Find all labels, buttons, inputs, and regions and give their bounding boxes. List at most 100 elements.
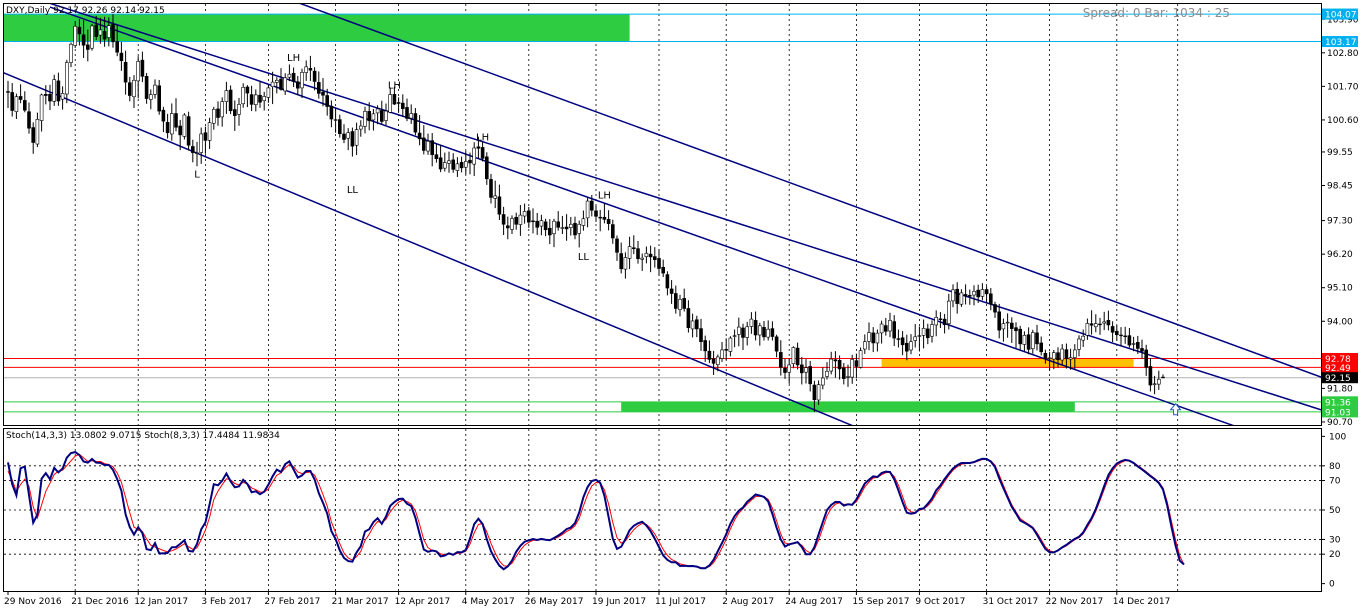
candle-body: [1056, 352, 1060, 361]
candle-body: [745, 326, 750, 338]
candle-body: [1014, 327, 1018, 332]
x-tick-label: 27 Feb 2017: [264, 597, 320, 607]
candle-body: [312, 70, 317, 82]
candle-body: [703, 340, 708, 352]
candle-body: [812, 384, 817, 400]
candle-body: [287, 73, 292, 78]
candle-body: [132, 79, 136, 98]
candle-body: [350, 131, 355, 147]
x-tick-label: 12 Jan 2017: [134, 597, 188, 607]
stoch-axis[interactable]: 100 80 70 50 30 20 0: [1321, 432, 1346, 590]
candle-body: [707, 350, 712, 360]
candle-body: [266, 87, 271, 98]
candle-body: [783, 367, 787, 373]
candle-body: [258, 94, 262, 103]
stoch-pane[interactable]: 100 80 70 50 30 20 0 Stoch(14,3,3) 13.0802 9.0…: [3, 428, 1347, 592]
candle-body: [354, 129, 359, 146]
time-axis[interactable]: 29 Nov 2016 21 Dec 2016 12 Jan 2017 3 Feb 2…: [4, 591, 1170, 607]
y-tick-label: 96.20: [1327, 250, 1353, 260]
candle-body: [1035, 332, 1039, 345]
candle-body: [102, 31, 107, 40]
candle-body: [65, 62, 69, 95]
candle-body: [711, 358, 716, 364]
candle-body: [333, 119, 338, 121]
candle-body: [871, 332, 876, 344]
candle-body: [518, 214, 523, 225]
candle-body: [1039, 342, 1043, 353]
candle-body: [867, 332, 871, 342]
candle-body: [295, 81, 300, 89]
candle-body: [119, 52, 124, 62]
candle-body: [497, 196, 502, 215]
candle-body: [300, 72, 304, 89]
y-tick-label: 94.00: [1327, 317, 1353, 327]
candle-body: [636, 248, 640, 260]
candle-body: [14, 96, 19, 112]
price-label-text: 91.03: [1325, 408, 1351, 418]
candle-body: [157, 85, 161, 112]
candle-body: [1161, 376, 1165, 379]
candle-body: [858, 350, 863, 368]
candle-body: [392, 94, 397, 105]
candle-body: [1005, 321, 1010, 324]
candle-body: [438, 157, 443, 170]
candle-body: [18, 96, 23, 100]
y-tick-label: 97.30: [1327, 217, 1353, 227]
candle-body: [963, 294, 968, 297]
candle-body: [556, 221, 561, 228]
candle-body: [883, 325, 888, 332]
candle-body: [358, 125, 363, 130]
candle-body: [1094, 323, 1098, 328]
candle-body: [1031, 332, 1035, 350]
symbol-info: DXY,Daily 92.17 92.26 92.14 92.15: [6, 6, 165, 16]
candle-body: [1152, 383, 1157, 386]
candle-body: [955, 288, 960, 304]
candle-body: [329, 105, 334, 120]
candle-body: [367, 111, 372, 122]
candle-body: [60, 93, 65, 100]
candle-body: [56, 80, 61, 102]
swing-label: LH: [476, 132, 489, 143]
candle-body: [997, 311, 1002, 331]
candle-body: [879, 323, 884, 334]
candle-body: [270, 81, 275, 87]
candle-body: [535, 220, 540, 228]
x-tick-label: 31 Oct 2017: [983, 597, 1039, 607]
candle-body: [652, 256, 657, 260]
candle-body: [778, 352, 783, 368]
candle-body: [539, 220, 544, 227]
candle-body: [799, 364, 804, 374]
trading-chart[interactable]: LLHLLLHLHLLLH 103.90102.80101.70100.6099…: [0, 0, 1362, 611]
candle-body: [1047, 357, 1052, 359]
candle-body: [568, 223, 573, 228]
x-tick-label: 11 Jul 2017: [655, 597, 706, 607]
candle-body: [749, 318, 754, 327]
candle-body: [787, 364, 792, 373]
candle-body: [854, 360, 859, 367]
candle-body: [984, 289, 989, 295]
y-tick-label: 100.60: [1327, 116, 1359, 126]
candle-body: [850, 359, 855, 378]
candle-body: [455, 163, 460, 171]
candle-body: [6, 91, 10, 93]
candle-body: [1068, 357, 1073, 360]
candle-body: [841, 367, 846, 379]
candle-body: [52, 79, 57, 102]
candle-body: [724, 349, 729, 351]
spread-info: Spread: 0 Bar: 1034 : 25: [1083, 6, 1230, 20]
candle-body: [640, 257, 645, 260]
x-tick-label: 24 Aug 2017: [785, 597, 843, 607]
candle-body: [165, 122, 170, 134]
candle-body: [480, 147, 485, 159]
candle-body: [573, 223, 577, 236]
y-tick-label: 99.55: [1327, 148, 1353, 158]
candle-body: [1127, 335, 1132, 346]
candle-body: [1115, 331, 1119, 335]
candle-body: [384, 110, 388, 121]
candle-body: [627, 246, 632, 259]
candle-body: [254, 94, 258, 105]
candle-body: [472, 147, 477, 165]
x-tick-label: 4 May 2017: [462, 597, 515, 607]
candle-body: [682, 298, 687, 309]
candle-body: [1136, 342, 1140, 349]
